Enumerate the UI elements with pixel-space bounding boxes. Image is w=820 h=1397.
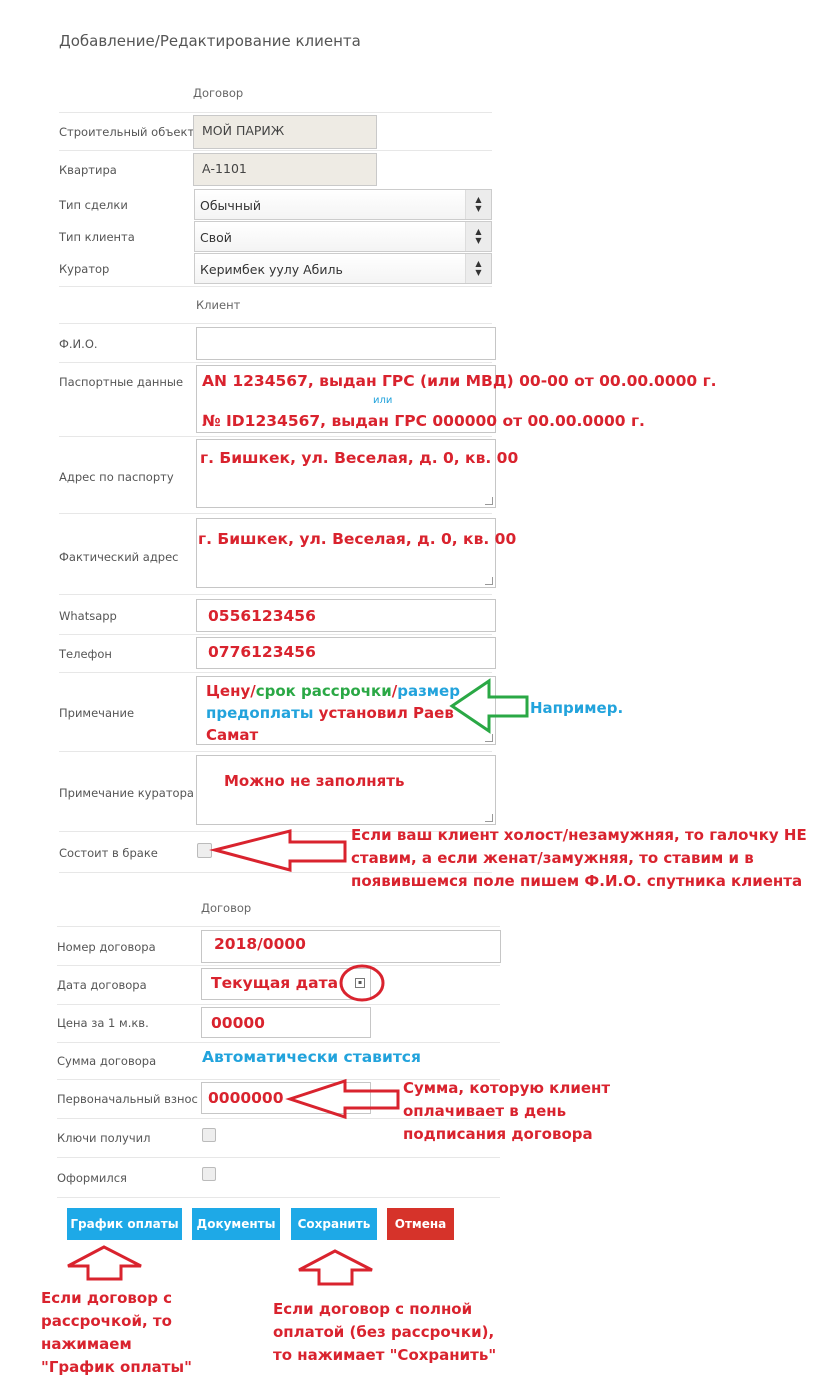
red-arrow-married	[209, 829, 347, 872]
annotation-down-payment: Сумма, которую клиент оплачивает в день …	[403, 1077, 610, 1146]
annotation-schedule-line: Если договор с	[41, 1289, 173, 1307]
annotation-schedule-line: нажимаем	[41, 1335, 132, 1353]
annotation-down-payment-line: оплачивает в день	[403, 1102, 567, 1120]
annotation-married: Если ваш клиент холост/незамужняя, то га…	[351, 824, 807, 893]
red-arrow-up-schedule	[67, 1245, 142, 1281]
annotation-arrows	[67, 678, 529, 1286]
green-arrow-left	[449, 678, 529, 734]
annotation-schedule-line: рассрочкой, то	[41, 1312, 172, 1330]
annotation-schedule-line: "График оплаты"	[41, 1358, 192, 1376]
annotation-down-payment-line: подписания договора	[403, 1125, 593, 1143]
annotation-save-line: Если договор с полной	[273, 1300, 473, 1318]
red-arrow-down-payment	[285, 1078, 400, 1120]
annotation-married-line: ставим, а если женат/замужняя, то ставим…	[351, 849, 754, 867]
annotation-married-line: появившемся поле пишем Ф.И.О. спутника к…	[351, 872, 803, 890]
annotation-save-line: оплатой (без рассрочки),	[273, 1323, 495, 1341]
annotation-save: Если договор с полной оплатой (без расср…	[273, 1298, 496, 1367]
annotation-save-line: то нажимает "Сохранить"	[273, 1346, 497, 1364]
red-arrow-up-save	[298, 1249, 373, 1286]
annotation-married-line: Если ваш клиент холост/незамужняя, то га…	[351, 826, 807, 844]
annotation-example: Например.	[530, 699, 624, 717]
annotation-down-payment-line: Сумма, которую клиент	[403, 1079, 611, 1097]
annotation-schedule: Если договор с рассрочкой, то нажимаем "…	[41, 1287, 192, 1379]
